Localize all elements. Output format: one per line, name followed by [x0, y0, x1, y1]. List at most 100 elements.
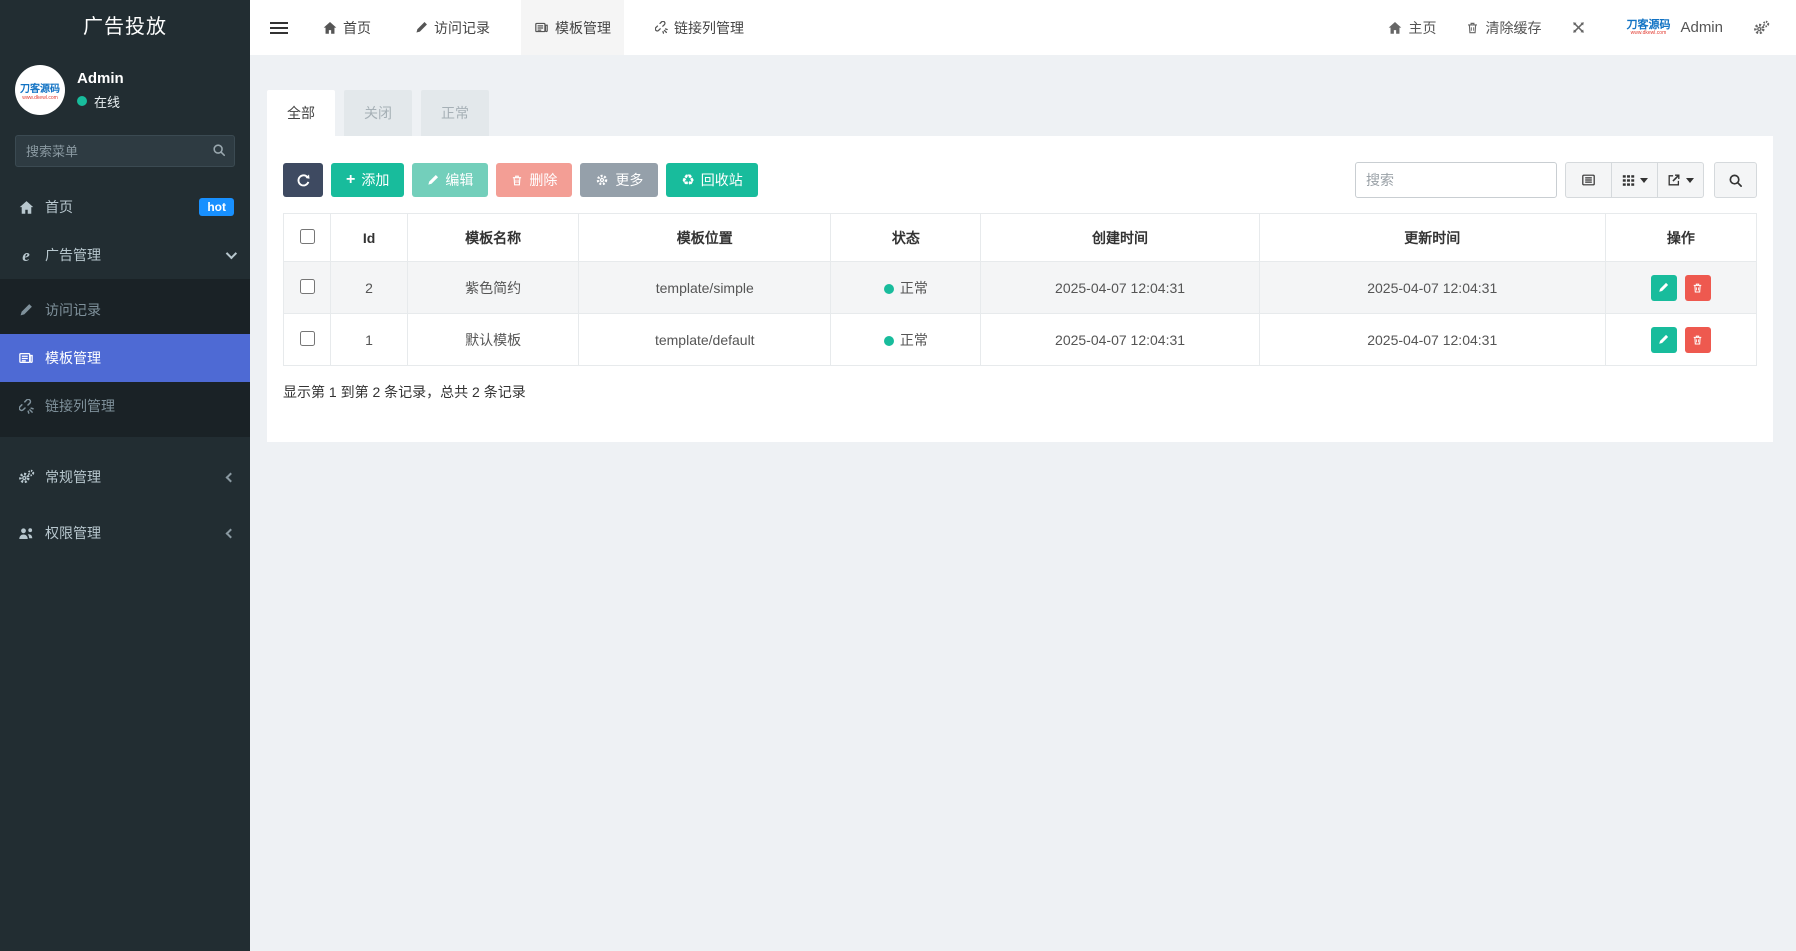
app-title: 广告投放 [0, 0, 250, 55]
add-button[interactable]: + 添加 [331, 163, 404, 197]
sidebar-item-label: 权限管理 [45, 523, 101, 543]
home-icon [1388, 21, 1402, 35]
sidebar-item-permission-manage[interactable]: 权限管理 [0, 509, 250, 557]
cell-status: 正常 [831, 314, 981, 366]
trash-icon [1692, 282, 1703, 294]
tab-link-manage[interactable]: 链接列管理 [642, 0, 757, 55]
homepage-link[interactable]: 主页 [1388, 18, 1436, 38]
cell-name: 默认模板 [408, 314, 579, 366]
row-delete-button[interactable] [1685, 275, 1711, 301]
sidebar-toggle-button[interactable] [250, 0, 310, 55]
hot-badge: hot [199, 198, 234, 216]
sidebar-item-general-manage[interactable]: 常规管理 [0, 453, 250, 501]
sidebar-item-visit-log[interactable]: 访问记录 [0, 286, 250, 334]
row-edit-button[interactable] [1651, 327, 1677, 353]
table-row: 1 默认模板 template/default 正常 2025-04-07 12… [284, 314, 1757, 366]
table-panel: + 添加 编辑 删除 更多 [267, 136, 1773, 442]
sidebar: 广告投放 刀客源码 www.dkewl.com Admin 在线 [0, 0, 250, 951]
row-checkbox[interactable] [300, 331, 315, 346]
sidebar-item-ad-manage[interactable]: e 广告管理 [0, 231, 250, 279]
export-icon [1667, 173, 1681, 187]
hamburger-icon [270, 27, 288, 29]
search-icon [1728, 173, 1743, 188]
table-search-input[interactable] [1355, 162, 1557, 198]
pencil-icon [16, 303, 36, 317]
recycle-bin-button[interactable]: ♻ 回收站 [666, 163, 757, 197]
broken-link-icon [16, 399, 36, 414]
homepage-label: 主页 [1408, 18, 1436, 38]
gear-icon [595, 173, 609, 187]
toolbar: + 添加 编辑 删除 更多 [283, 162, 1757, 198]
more-button[interactable]: 更多 [580, 163, 658, 197]
pencil-icon [415, 21, 428, 34]
brand-logo[interactable]: 刀客源码 www.dkewl.com [1626, 20, 1670, 36]
select-all-cell [284, 214, 331, 262]
gears-icon [16, 469, 36, 485]
tab-label: 访问记录 [434, 18, 490, 38]
row-checkbox[interactable] [300, 279, 315, 294]
tab-template-manage[interactable]: 模板管理 [521, 0, 624, 55]
user-panel: 刀客源码 www.dkewl.com Admin 在线 [0, 55, 250, 129]
topbar: 首页 访问记录 模板管理 链接列管理 主页 清 [250, 0, 1796, 55]
filter-tab-all[interactable]: 全部 [267, 90, 335, 136]
pencil-icon [427, 174, 439, 186]
sidebar-menu: 首页 hot e 广告管理 访问记录 模板管理 链接列管理 [0, 183, 250, 951]
cell-name: 紫色简约 [408, 262, 579, 314]
gears-icon [1753, 20, 1770, 36]
filter-tab-normal[interactable]: 正常 [421, 90, 489, 136]
recycle-icon: ♻ [681, 173, 694, 188]
sidebar-item-template-manage[interactable]: 模板管理 [0, 334, 250, 382]
sidebar-item-label: 首页 [45, 197, 73, 217]
brand-logo-text: 刀客源码 [1626, 20, 1670, 31]
tab-label: 链接列管理 [674, 18, 744, 38]
sidebar-item-home[interactable]: 首页 hot [0, 183, 250, 231]
sidebar-item-link-manage[interactable]: 链接列管理 [0, 382, 250, 430]
trash-icon [1692, 334, 1703, 346]
cell-id: 2 [331, 262, 408, 314]
pencil-icon [1658, 282, 1669, 293]
table-header-row: Id 模板名称 模板位置 状态 创建时间 更新时间 操作 [284, 214, 1757, 262]
row-edit-button[interactable] [1651, 275, 1677, 301]
sidebar-search-input[interactable] [15, 135, 235, 167]
column-header-name: 模板名称 [408, 214, 579, 262]
cell-path: template/simple [579, 262, 831, 314]
data-table: Id 模板名称 模板位置 状态 创建时间 更新时间 操作 2 [283, 213, 1757, 366]
sidebar-item-label: 常规管理 [45, 467, 101, 487]
edit-button[interactable]: 编辑 [412, 163, 488, 197]
columns-dropdown-button[interactable] [1611, 162, 1658, 198]
user-name: Admin [77, 70, 124, 87]
clear-cache-button[interactable]: 清除缓存 [1466, 18, 1541, 38]
columns-grid-icon [1622, 174, 1635, 187]
trash-icon [511, 174, 523, 187]
user-menu[interactable]: Admin [1680, 19, 1723, 36]
refresh-button[interactable] [283, 163, 323, 197]
settings-button[interactable] [1753, 20, 1776, 36]
tab-label: 模板管理 [555, 18, 611, 38]
filter-tab-closed[interactable]: 关闭 [344, 90, 412, 136]
row-delete-button[interactable] [1685, 327, 1711, 353]
home-icon [16, 200, 36, 215]
chevron-left-icon [226, 528, 236, 538]
broken-link-icon [655, 21, 668, 34]
column-header-path: 模板位置 [579, 214, 831, 262]
search-submit-button[interactable] [1714, 162, 1757, 198]
select-all-checkbox[interactable] [300, 229, 315, 244]
tab-home[interactable]: 首页 [310, 0, 384, 55]
record-summary: 显示第 1 到第 2 条记录，总共 2 条记录 [283, 382, 1757, 402]
export-dropdown-button[interactable] [1657, 162, 1704, 198]
search-icon [212, 143, 226, 157]
refresh-icon [296, 173, 311, 188]
tab-visit-log[interactable]: 访问记录 [402, 0, 503, 55]
home-icon [323, 21, 337, 35]
view-options-group [1565, 162, 1704, 198]
fullscreen-button[interactable] [1571, 20, 1592, 35]
column-header-actions: 操作 [1605, 214, 1756, 262]
delete-button[interactable]: 删除 [496, 163, 572, 197]
internet-explorer-icon: e [16, 247, 36, 264]
status-dot-icon [884, 284, 894, 294]
cell-created: 2025-04-07 12:04:31 [981, 262, 1259, 314]
detail-view-button[interactable] [1565, 162, 1612, 198]
app-window: 广告投放 刀客源码 www.dkewl.com Admin 在线 [0, 0, 1796, 951]
column-header-status: 状态 [831, 214, 981, 262]
table-row: 2 紫色简约 template/simple 正常 2025-04-07 12:… [284, 262, 1757, 314]
